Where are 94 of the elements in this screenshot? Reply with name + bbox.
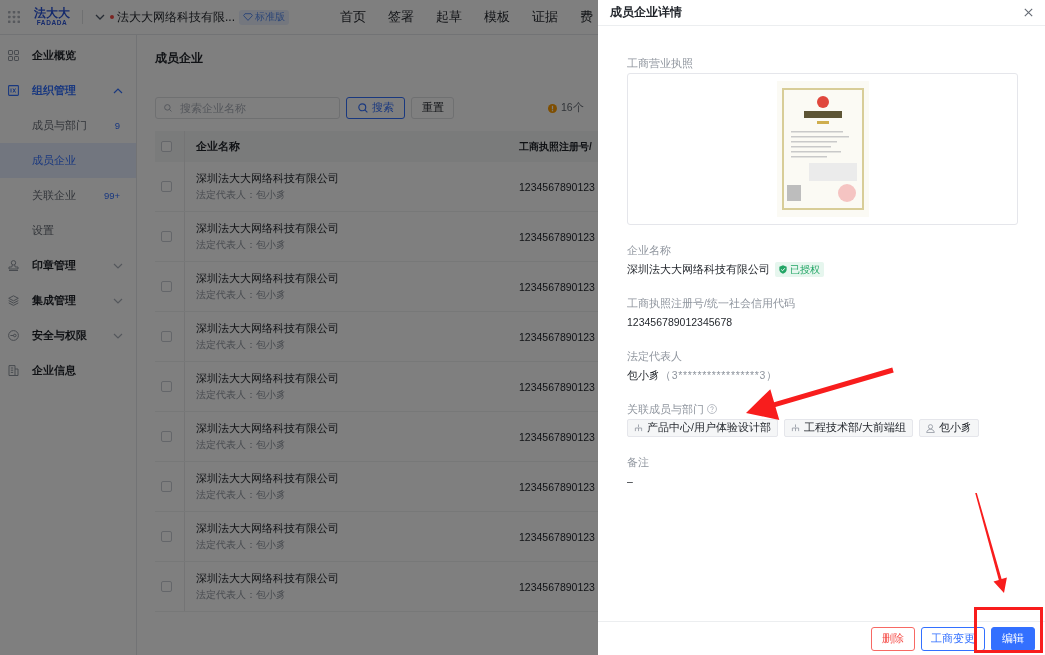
- card-icon: [8, 85, 19, 96]
- org-chart-icon: [790, 424, 800, 432]
- app-grid-icon[interactable]: [8, 11, 20, 23]
- sidebar-item[interactable]: 组织管理: [0, 73, 136, 108]
- checkbox[interactable]: [161, 281, 172, 292]
- checkbox[interactable]: [161, 181, 172, 192]
- nav-tab[interactable]: 模板: [484, 8, 510, 26]
- checkbox[interactable]: [161, 431, 172, 442]
- checkbox[interactable]: [161, 581, 172, 592]
- sidebar-item[interactable]: 集成管理: [0, 283, 136, 318]
- search-button[interactable]: 搜索: [346, 97, 405, 119]
- company-name: 深圳法大大网络科技有限公司: [196, 321, 339, 335]
- search-icon: [164, 104, 172, 112]
- checkbox[interactable]: [161, 531, 172, 542]
- count-label: 9: [114, 120, 120, 131]
- search-icon: [357, 103, 368, 113]
- sidebar-item[interactable]: 企业概览: [0, 38, 136, 73]
- reset-button[interactable]: 重置: [411, 97, 454, 119]
- checkbox[interactable]: [161, 141, 172, 152]
- field-label: 工商执照注册号/统一社会信用代码: [627, 296, 795, 311]
- table-cell: 1234567890123: [519, 280, 595, 293]
- table-cell: 1234567890123: [519, 430, 595, 443]
- sidebar-item[interactable]: 成员企业: [0, 143, 136, 178]
- company-name: 深圳法大大网络科技有限公司: [196, 171, 339, 185]
- count-label: 99+: [103, 190, 120, 201]
- change-button[interactable]: 工商变更: [921, 627, 985, 651]
- checkbox[interactable]: [161, 481, 172, 492]
- table-cell: 1234567890123: [519, 580, 595, 593]
- grid-icon: [8, 50, 19, 61]
- tag-label: 工程技术部/大前端组: [803, 421, 906, 435]
- close-icon[interactable]: [1024, 8, 1033, 17]
- company-name: 深圳法大大网络科技有限公司: [196, 421, 339, 435]
- shield-check-icon: [779, 264, 787, 274]
- tag-label: 包小豸: [938, 421, 972, 435]
- delete-button[interactable]: 删除: [871, 627, 915, 651]
- company-name: 深圳法大大网络科技有限公司: [196, 471, 339, 485]
- table-cell: 1234567890123: [519, 330, 595, 343]
- column-header: 企业名称: [196, 139, 240, 152]
- checkbox[interactable]: [161, 331, 172, 342]
- field-value: 123456789012345678: [627, 315, 733, 330]
- checkbox[interactable]: [161, 381, 172, 392]
- nav-tab[interactable]: 起草: [436, 8, 462, 26]
- plan-label: 标准版: [255, 10, 285, 24]
- help-icon[interactable]: [707, 404, 717, 414]
- sidebar-item[interactable]: 成员与部门 9: [0, 108, 136, 143]
- company-name: 深圳法大大网络科技有限公司: [196, 271, 339, 285]
- company-name: 深圳法大大网络科技有限公司: [196, 571, 339, 585]
- field-label: 关联成员与部门: [627, 402, 704, 417]
- field-value: 包小豸: [627, 368, 660, 383]
- field-label: 企业名称: [627, 243, 671, 258]
- nav-tab[interactable]: 签署: [388, 8, 414, 26]
- nav-tab[interactable]: 证据: [532, 8, 558, 26]
- id-number-note: （3*****************3）: [660, 368, 778, 383]
- company-name[interactable]: 法大大网络科技有限...: [117, 8, 235, 26]
- org-chart-icon: [634, 424, 643, 432]
- sidebar-item[interactable]: 企业信息: [0, 353, 136, 388]
- notice-text: 16个: [561, 101, 584, 115]
- user-icon: [925, 423, 935, 433]
- drawer-title: 成员企业详情: [610, 4, 682, 21]
- checkbox[interactable]: [161, 231, 172, 242]
- company-name: 深圳法大大网络科技有限公司: [196, 221, 339, 235]
- nav-tab[interactable]: 首页: [340, 8, 366, 26]
- stamp-icon: [8, 260, 19, 271]
- table-cell: 1234567890123: [519, 230, 595, 243]
- warning-icon: [548, 103, 557, 113]
- field-label: 工商营业执照: [627, 56, 693, 71]
- building-icon: [8, 365, 19, 376]
- status-dot-icon: [110, 15, 114, 19]
- badge-label: 已授权: [790, 262, 820, 277]
- table-cell: 1234567890123: [519, 480, 595, 493]
- company-name: 深圳法大大网络科技有限公司: [196, 371, 339, 385]
- diamond-icon: [243, 13, 253, 21]
- nav-tab[interactable]: 费: [580, 8, 593, 26]
- table-cell: 1234567890123: [519, 530, 595, 543]
- field-value: –: [627, 474, 633, 489]
- field-label: 法定代表人: [627, 349, 682, 364]
- table-cell: 1234567890123: [519, 180, 595, 193]
- sidebar-item[interactable]: 印章管理: [0, 248, 136, 283]
- key-icon: [8, 330, 19, 341]
- sidebar-item[interactable]: 安全与权限: [0, 318, 136, 353]
- layers-icon: [8, 295, 19, 306]
- chevron-down-icon[interactable]: [95, 14, 105, 20]
- table-cell: 1234567890123: [519, 380, 595, 393]
- tag-label: 产品中心/用户体验设计部: [647, 421, 771, 435]
- page-title: 成员企业: [155, 50, 203, 66]
- edit-button[interactable]: 编辑: [991, 627, 1035, 651]
- field-value: 深圳法大大网络科技有限公司: [627, 262, 770, 277]
- company-name: 深圳法大大网络科技有限公司: [196, 521, 339, 535]
- sidebar-item[interactable]: 关联企业 99+: [0, 178, 136, 213]
- column-header: 工商执照注册号/: [519, 140, 592, 152]
- logo-text: 法大大: [34, 7, 70, 20]
- field-label: 备注: [627, 455, 649, 470]
- sidebar-item[interactable]: 设置: [0, 213, 136, 248]
- highlight-frame: [974, 607, 1043, 653]
